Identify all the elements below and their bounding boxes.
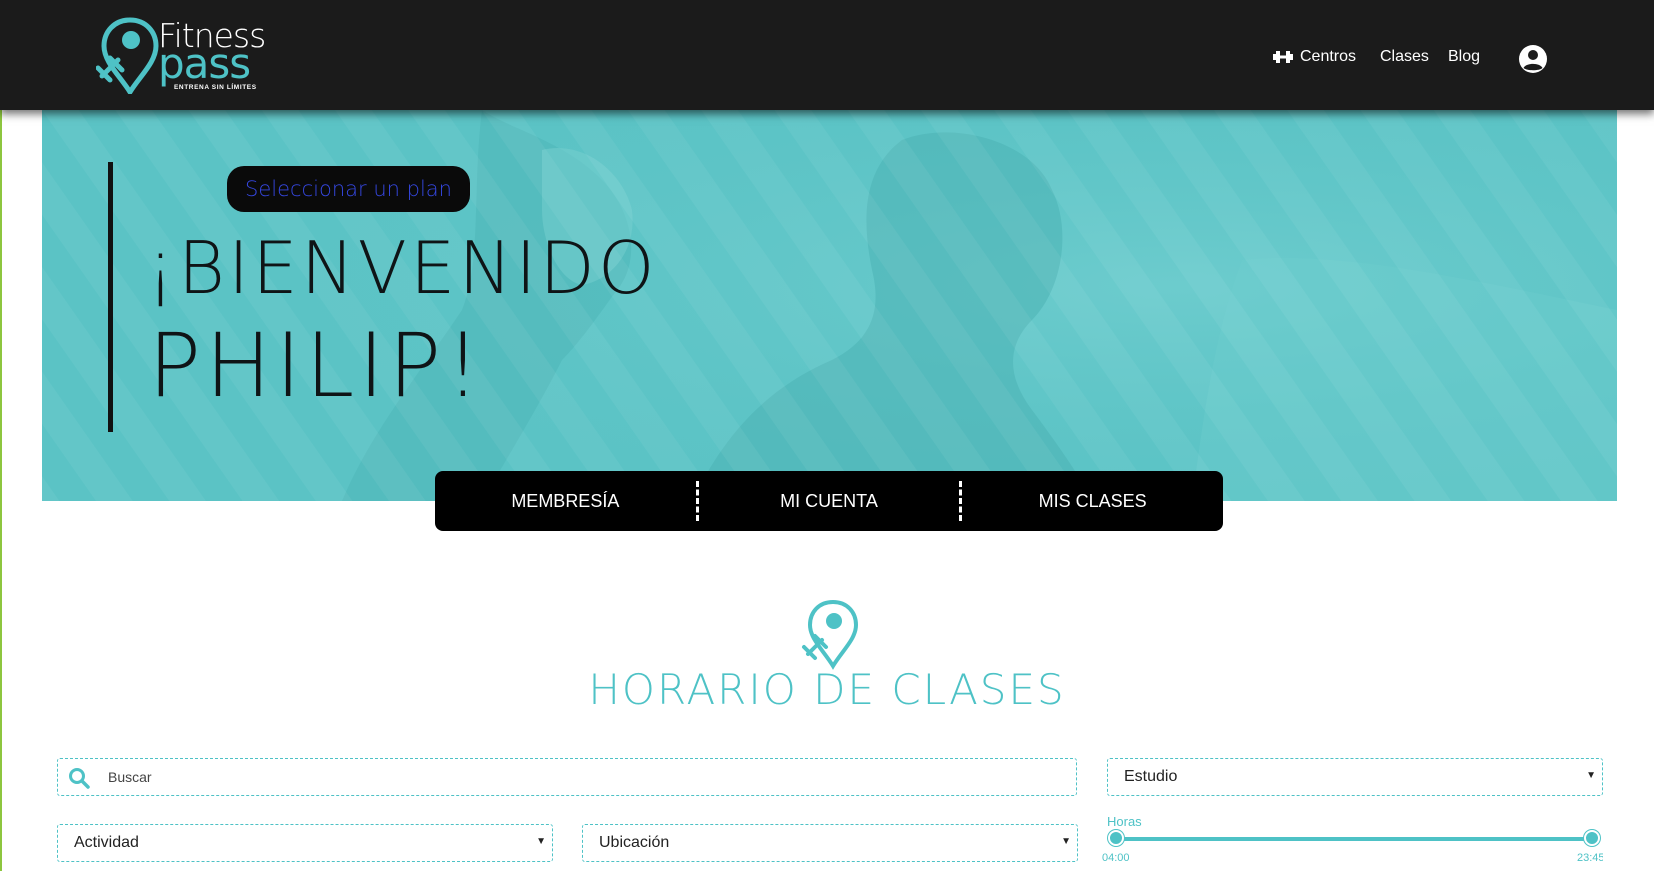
nav-label-clases: Clases: [1380, 48, 1429, 65]
page-edge: [0, 0, 2, 871]
hours-label: Horas: [1107, 814, 1142, 829]
account-tab-bar: MEMBRESÍA MI CUENTA MIS CLASES: [435, 471, 1223, 531]
search-input[interactable]: [108, 759, 1058, 795]
ubicacion-select-value: Ubicación: [599, 834, 670, 851]
nav-link-centros[interactable]: Centros: [1273, 48, 1356, 66]
tab-mis-clases[interactable]: MIS CLASES: [962, 471, 1223, 531]
logo-word-pass: pass: [158, 39, 251, 88]
search-icon: [69, 768, 90, 789]
nav-label-centros: Centros: [1300, 48, 1357, 65]
hours-range-start-handle[interactable]: [1108, 830, 1124, 846]
fitness-pass-logo[interactable]: Fitness pass ENTRENA SIN LÍMITES: [96, 16, 286, 96]
nav-link-blog[interactable]: Blog: [1448, 48, 1480, 66]
tab-mi-cuenta[interactable]: MI CUENTA: [699, 471, 960, 531]
logo-tagline: ENTRENA SIN LÍMITES: [174, 84, 257, 91]
nav-link-clases[interactable]: Clases: [1380, 48, 1429, 66]
user-account-icon[interactable]: [1518, 44, 1548, 74]
hero-accent-bar: [108, 162, 113, 432]
logo-pin-icon: [96, 17, 159, 94]
welcome-heading-line-1: ¡BIENVENIDO: [146, 226, 658, 310]
select-plan-button[interactable]: Seleccionar un plan: [227, 166, 470, 212]
welcome-heading-line-2: PHILIP!: [148, 314, 485, 417]
nav-label-blog: Blog: [1448, 48, 1481, 65]
chevron-down-icon: ▼: [1061, 836, 1071, 847]
class-search-field[interactable]: [57, 758, 1077, 796]
hours-range-end-handle[interactable]: [1584, 830, 1600, 846]
estudio-select[interactable]: Estudio ▼: [1107, 758, 1603, 796]
chevron-down-icon: ▼: [536, 836, 546, 847]
actividad-select[interactable]: Actividad ▼: [57, 824, 553, 862]
hours-range-min: 04:00: [1102, 852, 1130, 864]
schedule-title: HORARIO DE CLASES: [588, 665, 1066, 714]
ubicacion-select[interactable]: Ubicación ▼: [582, 824, 1078, 862]
tab-membresia[interactable]: MEMBRESÍA: [435, 471, 696, 531]
location-pin-dumbbell-icon: [802, 599, 859, 670]
hours-range-max: 23:45: [1577, 852, 1603, 864]
estudio-select-value: Estudio: [1124, 768, 1178, 785]
chevron-down-icon: ▼: [1586, 770, 1596, 781]
hours-range-track[interactable]: [1116, 837, 1592, 841]
hero-banner: Seleccionar un plan ¡BIENVENIDO PHILIP!: [42, 110, 1617, 501]
dumbbell-icon: [1273, 51, 1293, 63]
top-navbar: Fitness pass ENTRENA SIN LÍMITES Centros…: [0, 0, 1654, 110]
actividad-select-value: Actividad: [74, 834, 139, 851]
